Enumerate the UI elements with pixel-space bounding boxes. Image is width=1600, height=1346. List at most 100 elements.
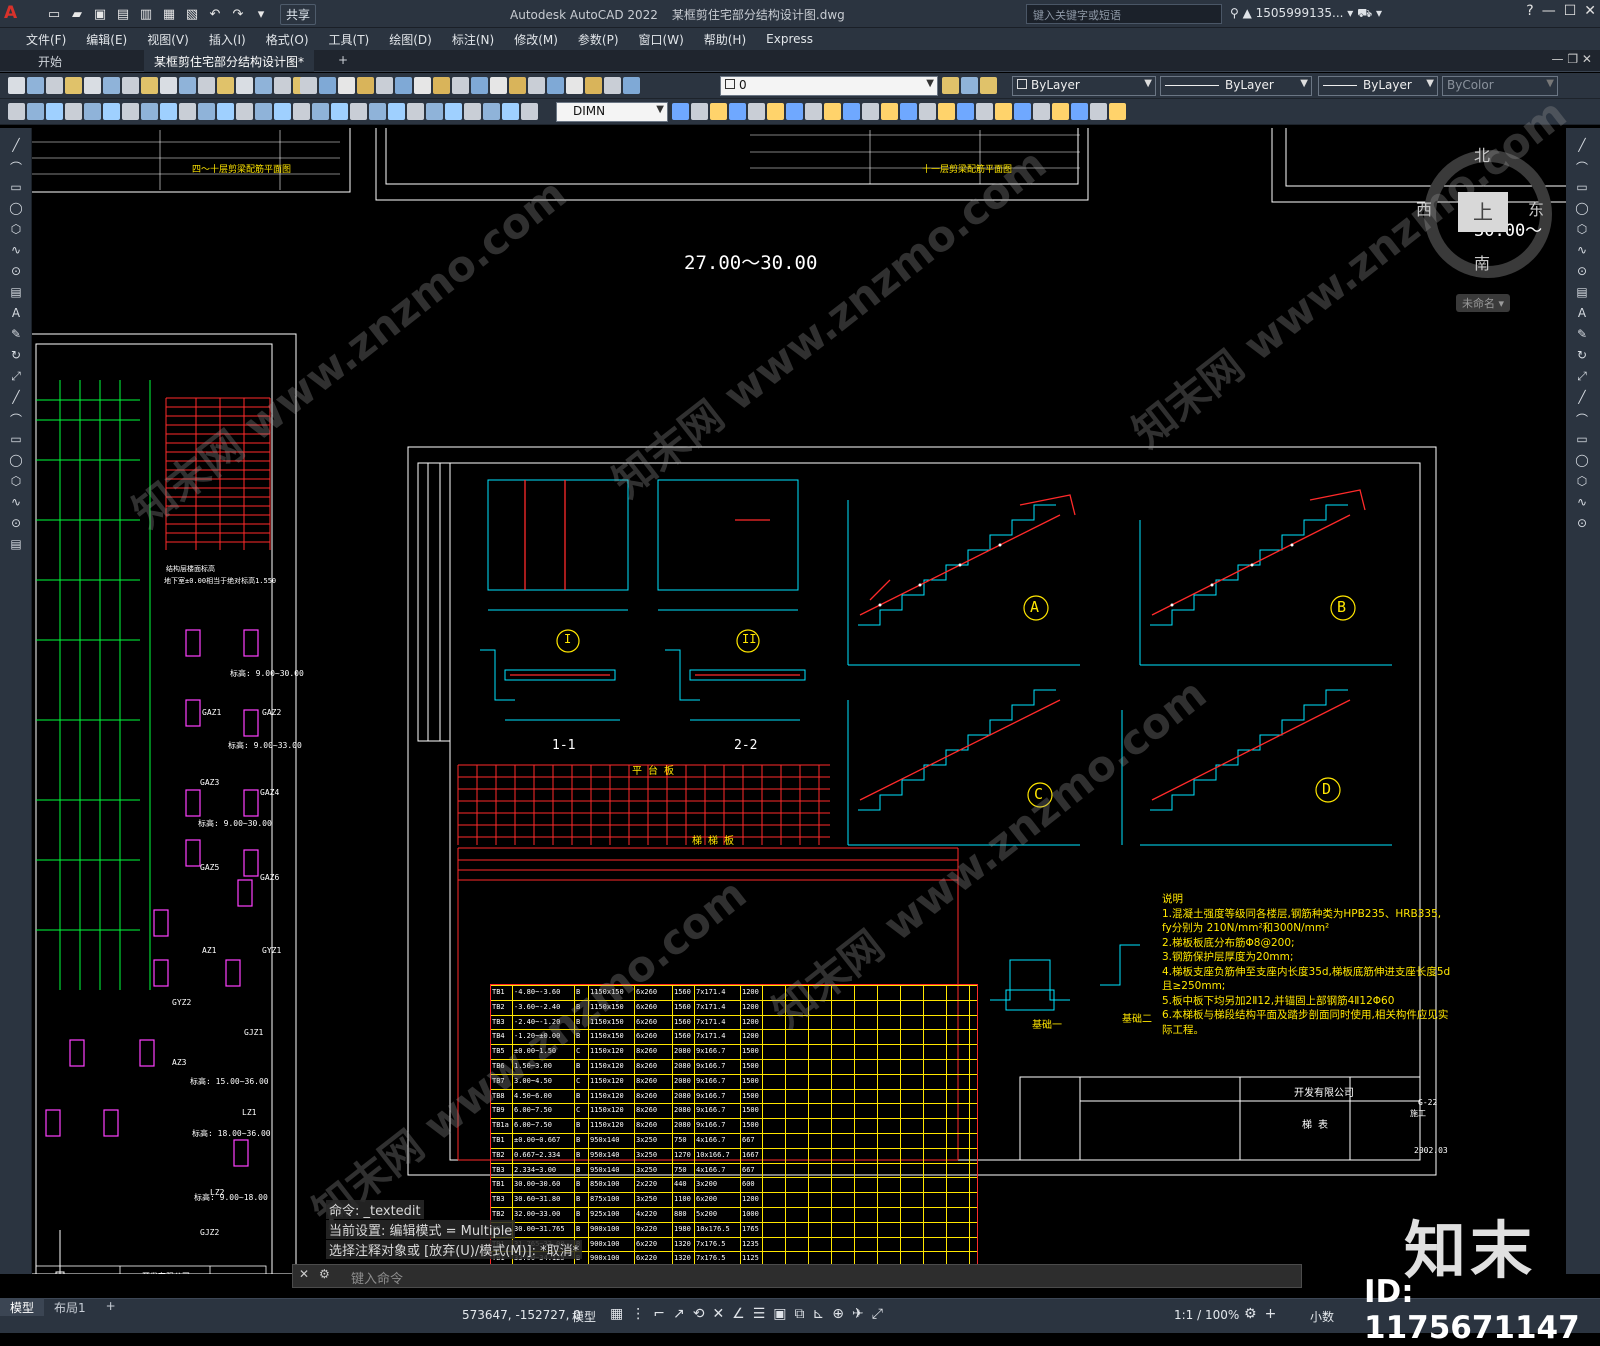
palette-tool-icon[interactable]: ∿	[8, 243, 24, 259]
palette-tool-icon[interactable]: ◯	[1574, 201, 1590, 217]
palette-tool-icon[interactable]: ▤	[1574, 285, 1590, 301]
toolbar-tool-icon[interactable]	[255, 77, 272, 94]
toolbar-tool-icon[interactable]	[141, 103, 158, 120]
print-icon[interactable]: ▧	[182, 5, 202, 25]
palette-tool-icon[interactable]: ▭	[8, 180, 24, 196]
toolbar-tool-icon[interactable]	[1090, 103, 1107, 120]
maximize-icon[interactable]: ☐	[1564, 3, 1577, 19]
toolbar-tool-icon[interactable]	[312, 103, 329, 120]
tab-model[interactable]: 模型	[0, 1298, 45, 1316]
palette-tool-icon[interactable]: ⬡	[1574, 474, 1590, 490]
redo-icon[interactable]: ↷	[228, 5, 248, 25]
transparency-icon[interactable]: ▣	[773, 1306, 786, 1322]
toolbar-tool-icon[interactable]	[483, 103, 500, 120]
open-icon[interactable]: ▰	[67, 5, 87, 25]
palette-tool-icon[interactable]: ◯	[8, 201, 24, 217]
toolbar-tool-icon[interactable]	[547, 77, 564, 94]
ortho-icon[interactable]: ⌐	[653, 1306, 665, 1322]
menu-item[interactable]: 绘图(D)	[379, 31, 442, 48]
tab-layout1[interactable]: 布局1	[44, 1298, 96, 1316]
palette-tool-icon[interactable]: A	[8, 306, 24, 322]
toolbar-tool-icon[interactable]	[995, 103, 1012, 120]
palette-tool-icon[interactable]: ◯	[1574, 453, 1590, 469]
menu-item[interactable]: 视图(V)	[137, 31, 199, 48]
toolbar-tool-icon[interactable]	[1052, 103, 1069, 120]
palette-tool-icon[interactable]: ✎	[8, 327, 24, 343]
toolbar-tool-icon[interactable]	[521, 103, 538, 120]
toolbar-tool-icon[interactable]	[452, 77, 469, 94]
toolbar-tool-icon[interactable]	[319, 77, 336, 94]
toolbar-tool-icon[interactable]	[198, 103, 215, 120]
toolbar-tool-icon[interactable]	[961, 77, 978, 94]
user-account[interactable]: ⚲ ▲ 1505999135... ▾ ⛟ ▾	[1230, 6, 1382, 22]
toolbar-tool-icon[interactable]	[824, 103, 841, 120]
palette-tool-icon[interactable]: ↻	[8, 348, 24, 364]
toolbar-tool-icon[interactable]	[236, 103, 253, 120]
toolbar-tool-icon[interactable]	[502, 103, 519, 120]
toolbar-tool-icon[interactable]	[464, 103, 481, 120]
compass-east[interactable]: 东	[1528, 196, 1544, 220]
toolbar-tool-icon[interactable]	[786, 103, 803, 120]
compass-west[interactable]: 西	[1416, 196, 1432, 220]
selection-cycling-icon[interactable]: ⧉	[795, 1306, 805, 1322]
toolbar-tool-icon[interactable]	[217, 77, 234, 94]
toolbar-tool-icon[interactable]	[1014, 103, 1031, 120]
toolbar-tool-icon[interactable]	[46, 77, 63, 94]
toolbar-tool-icon[interactable]	[395, 77, 412, 94]
toolbar-tool-icon[interactable]	[471, 77, 488, 94]
palette-tool-icon[interactable]: ⌒	[1574, 411, 1590, 427]
toolbar-tool-icon[interactable]	[350, 103, 367, 120]
toolbar-tool-icon[interactable]	[388, 103, 405, 120]
otrack-icon[interactable]: ∠	[732, 1306, 745, 1322]
search-input[interactable]: 键入关键字或短语	[1026, 4, 1222, 24]
snap-icon[interactable]: ⋮	[631, 1306, 645, 1322]
palette-tool-icon[interactable]: ⊙	[8, 516, 24, 532]
palette-tool-icon[interactable]: ◯	[8, 453, 24, 469]
toolbar-tool-icon[interactable]	[8, 103, 25, 120]
ucs-name-menu[interactable]: 未命名 ▾	[1456, 294, 1511, 312]
autoscale-icon[interactable]: ⤢	[872, 1306, 883, 1322]
palette-tool-icon[interactable]: ⤢	[1574, 369, 1590, 385]
toolbar-tool-icon[interactable]	[623, 77, 640, 94]
palette-tool-icon[interactable]: ∿	[1574, 243, 1590, 259]
menu-item[interactable]: 插入(I)	[199, 31, 256, 48]
color-combo[interactable]: ByLayer ▼	[1012, 76, 1156, 96]
toolbar-tool-icon[interactable]	[490, 77, 507, 94]
toolbar-tool-icon[interactable]	[122, 77, 139, 94]
toolbar-tool-icon[interactable]	[919, 103, 936, 120]
palette-tool-icon[interactable]: ⌒	[8, 159, 24, 175]
menu-item[interactable]: 窗口(W)	[629, 31, 694, 48]
menu-item[interactable]: 文件(F)	[16, 31, 76, 48]
web-icon[interactable]: ▥	[136, 5, 156, 25]
toolbar-tool-icon[interactable]	[426, 103, 443, 120]
toolbar-tool-icon[interactable]	[357, 77, 374, 94]
palette-tool-icon[interactable]: ⊙	[1574, 516, 1590, 532]
lineweight-combo[interactable]: ByLayer ▼	[1318, 76, 1438, 96]
close-icon[interactable]: ✕	[1584, 3, 1596, 19]
help-icon[interactable]: ?	[1526, 3, 1533, 19]
toolbar-tool-icon[interactable]	[414, 77, 431, 94]
settings-icon[interactable]: ⚙	[1244, 1306, 1257, 1322]
command-input[interactable]: ✕ ⚙ 键入命令	[292, 1264, 1302, 1288]
annotation-scale[interactable]: 1:1 / 100%	[1174, 1308, 1239, 1322]
toolbar-tool-icon[interactable]	[331, 103, 348, 120]
palette-tool-icon[interactable]: ✎	[1574, 327, 1590, 343]
menu-item[interactable]: 参数(P)	[568, 31, 629, 48]
palette-tool-icon[interactable]: ▭	[1574, 180, 1590, 196]
annotation-visibility-icon[interactable]: ✈	[852, 1306, 864, 1322]
toolbar-tool-icon[interactable]	[843, 103, 860, 120]
toolbar-tool-icon[interactable]	[217, 103, 234, 120]
toolbar-tool-icon[interactable]	[980, 77, 997, 94]
palette-tool-icon[interactable]: ⌒	[8, 411, 24, 427]
toolbar-tool-icon[interactable]	[369, 103, 386, 120]
toolbar-tool-icon[interactable]	[528, 77, 545, 94]
add-icon[interactable]: +	[1265, 1306, 1277, 1322]
toolbar-tool-icon[interactable]	[122, 103, 139, 120]
toolbar-tool-icon[interactable]	[805, 103, 822, 120]
linetype-combo[interactable]: ByLayer ▼	[1160, 76, 1312, 96]
new-icon[interactable]: ▭	[44, 5, 64, 25]
toolbar-tool-icon[interactable]	[65, 103, 82, 120]
toolbar-tool-icon[interactable]	[509, 77, 526, 94]
share-button[interactable]: 共享	[280, 4, 317, 25]
palette-tool-icon[interactable]: ╱	[1574, 390, 1590, 406]
